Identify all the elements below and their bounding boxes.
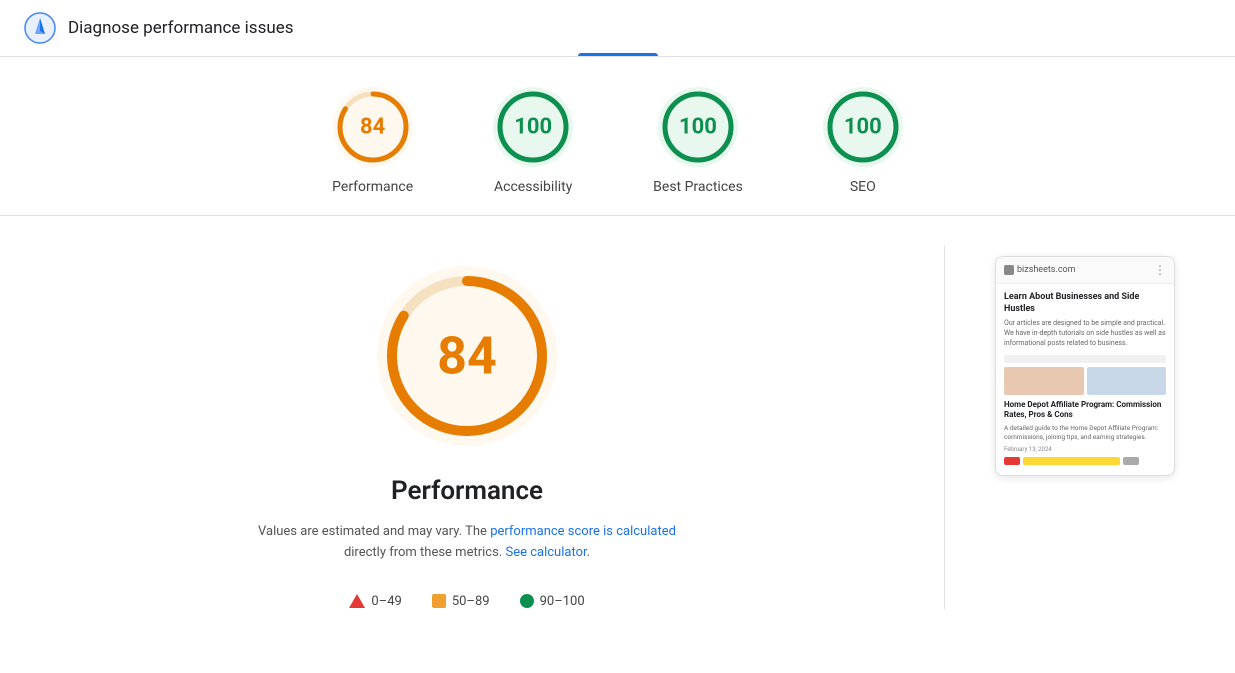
page-title: Diagnose performance issues (68, 18, 294, 38)
scores-section: 84 Performance 100 Accessibility 100 Bes… (0, 57, 1235, 216)
site-preview: bizsheets.com ⋮ Learn About Businesses a… (995, 256, 1175, 476)
preview-toolbar (1004, 355, 1166, 363)
legend-label-green: 90–100 (540, 594, 585, 609)
preview-body: Learn About Businesses and Side Hustles … (996, 284, 1174, 475)
preview-thumb-left (1004, 367, 1084, 395)
right-panel: bizsheets.com ⋮ Learn About Businesses a… (995, 246, 1195, 609)
preview-favicon-icon (1004, 265, 1014, 275)
header: Diagnose performance issues (0, 0, 1235, 57)
score-value-performance: 84 (360, 115, 385, 140)
preview-thumb-row (1004, 367, 1166, 395)
main-content: 84 Performance Values are estimated and … (0, 216, 1235, 639)
bottom-bar-red (1004, 457, 1020, 465)
big-score-value: 84 (437, 326, 497, 387)
legend-label-red: 0–49 (371, 594, 401, 609)
score-label-seo: SEO (850, 179, 876, 195)
preview-thumb-right (1087, 367, 1167, 395)
score-ring-accessibility: 100 (493, 87, 573, 167)
score-ring-performance: 84 (333, 87, 413, 167)
divider-vertical (944, 246, 945, 609)
score-ring-seo: 100 (823, 87, 903, 167)
score-label-accessibility: Accessibility (494, 179, 572, 195)
preview-site-desc: Our articles are designed to be simple a… (1004, 319, 1166, 348)
legend-item-green: 90–100 (520, 594, 585, 609)
score-value-seo: 100 (844, 115, 882, 140)
preview-article-desc: A detailed guide to the Home Depot Affil… (1004, 424, 1166, 442)
score-label-best-practices: Best Practices (653, 179, 743, 195)
description-end: . (587, 545, 590, 560)
score-item-best-practices: 100 Best Practices (653, 87, 743, 195)
score-value-best-practices: 100 (679, 115, 717, 140)
orange-square-icon (432, 594, 446, 608)
preview-menu-icon: ⋮ (1154, 263, 1166, 277)
legend-item-orange: 50–89 (432, 594, 490, 609)
bottom-bar-gray (1123, 457, 1139, 465)
green-circle-icon (520, 594, 534, 608)
score-legend: 0–49 50–89 90–100 (349, 594, 584, 609)
preview-article-date: February 13, 2024 (1004, 446, 1166, 453)
score-value-accessibility: 100 (514, 115, 552, 140)
preview-url-text: bizsheets.com (1017, 265, 1154, 275)
preview-browser-bar: bizsheets.com ⋮ (996, 257, 1174, 284)
score-item-seo: 100 SEO (823, 87, 903, 195)
legend-item-red: 0–49 (349, 594, 401, 609)
description-middle: directly from these metrics. (344, 545, 502, 560)
big-performance-circle: 84 (377, 266, 557, 446)
preview-bottom-bar (1004, 457, 1166, 467)
calculator-link[interactable]: See calculator (505, 545, 586, 560)
tab-active-indicator (578, 53, 658, 56)
red-triangle-icon (349, 594, 365, 608)
left-panel: 84 Performance Values are estimated and … (40, 246, 894, 609)
lighthouse-icon (24, 12, 56, 44)
performance-title: Performance (391, 476, 543, 506)
score-label-performance: Performance (332, 179, 413, 195)
preview-article-title: Home Depot Affiliate Program: Commission… (1004, 400, 1166, 421)
description-text: Values are estimated and may vary. The p… (258, 522, 676, 564)
description-before: Values are estimated and may vary. The (258, 524, 487, 539)
preview-site-title: Learn About Businesses and Side Hustles (1004, 292, 1166, 315)
score-item-accessibility: 100 Accessibility (493, 87, 573, 195)
legend-label-orange: 50–89 (452, 594, 490, 609)
score-ring-best-practices: 100 (658, 87, 738, 167)
score-item-performance: 84 Performance (332, 87, 413, 195)
bottom-bar-yellow (1023, 457, 1120, 465)
performance-score-link[interactable]: performance score is calculated (490, 524, 676, 539)
